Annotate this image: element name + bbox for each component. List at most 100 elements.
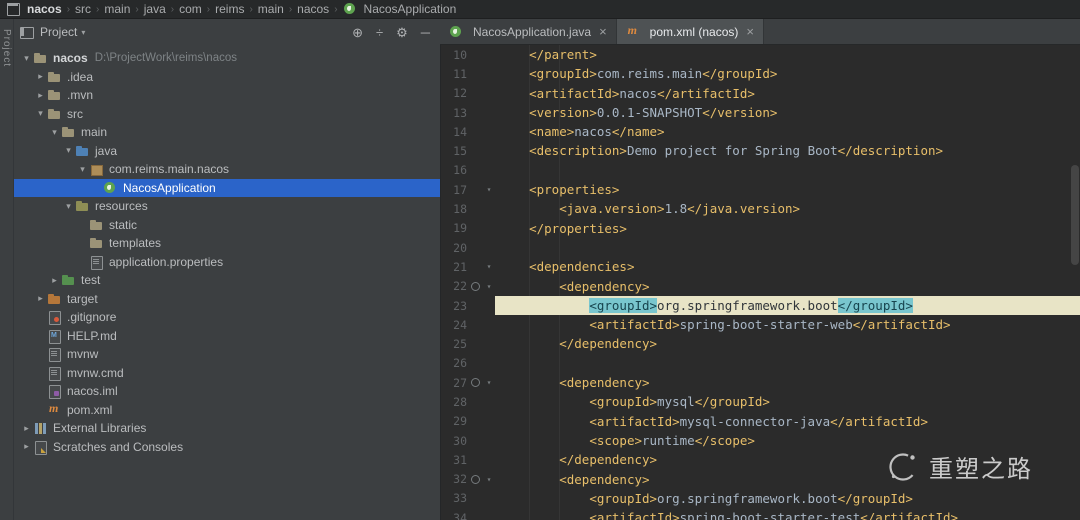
breadcrumb-label: com bbox=[179, 2, 202, 16]
fold-icon[interactable]: ▾ bbox=[483, 378, 495, 387]
breadcrumb-label: src bbox=[75, 2, 92, 16]
code-text[interactable]: <version>0.0.1-SNAPSHOT</version> bbox=[495, 103, 1080, 122]
tree-item-com-reims-main-nacos[interactable]: ▾ com.reims.main.nacos bbox=[14, 160, 440, 179]
breadcrumb-item-com[interactable]: com bbox=[179, 2, 202, 16]
chevron-collapsed-icon[interactable]: ▸ bbox=[48, 275, 61, 286]
chevron-collapsed-icon[interactable]: ▸ bbox=[20, 423, 33, 434]
tree-item-idea[interactable]: ▸ .idea bbox=[14, 68, 440, 87]
code-text[interactable]: <artifactId>mysql-connector-java</artifa… bbox=[495, 412, 1080, 431]
tree-item-label: mvnw.cmd bbox=[67, 365, 124, 380]
chevron-collapsed-icon[interactable]: ▸ bbox=[20, 441, 33, 452]
code-text[interactable] bbox=[495, 354, 1080, 373]
locate-source-button[interactable]: ⊕ bbox=[352, 26, 363, 39]
fold-icon[interactable]: ▾ bbox=[483, 475, 495, 484]
breadcrumb-item-src[interactable]: src bbox=[75, 2, 91, 16]
chevron-down-icon[interactable]: ▾ bbox=[81, 28, 85, 37]
libraries-icon bbox=[33, 421, 48, 435]
folder-icon bbox=[47, 70, 62, 84]
tree-item-target[interactable]: ▸ target bbox=[14, 290, 440, 309]
collapse-all-button[interactable]: ÷ bbox=[376, 26, 383, 39]
line-number: 29 bbox=[453, 414, 467, 429]
tree-item-nacos[interactable]: ▾ nacos D:\ProjectWork\reims\nacos bbox=[14, 49, 440, 68]
code-text[interactable]: <properties> bbox=[495, 180, 1080, 199]
code-text[interactable]: <dependencies> bbox=[495, 257, 1080, 276]
code-text[interactable]: <groupId>org.springframework.boot</group… bbox=[495, 295, 1080, 316]
chevron-collapsed-icon[interactable]: ▸ bbox=[34, 293, 47, 304]
dependency-gutter-icon[interactable] bbox=[470, 281, 480, 291]
tree-item-nacosapplication[interactable]: NacosApplication bbox=[14, 178, 440, 197]
tool-window-stripe-label[interactable]: Project bbox=[1, 29, 12, 67]
tree-item-label: test bbox=[81, 273, 101, 288]
breadcrumb-item-nacos[interactable]: nacos bbox=[6, 2, 62, 16]
text-file-icon bbox=[47, 347, 62, 363]
breadcrumb-item-java[interactable]: java bbox=[144, 2, 166, 16]
chevron-expanded-icon[interactable]: ▾ bbox=[62, 201, 75, 212]
project-panel-title[interactable]: Project bbox=[40, 25, 77, 39]
line-number: 26 bbox=[453, 356, 467, 371]
code-text[interactable] bbox=[495, 161, 1080, 180]
code-text[interactable]: <artifactId>spring-boot-starter-web</art… bbox=[495, 315, 1080, 334]
code-text[interactable]: <name>nacos</name> bbox=[495, 122, 1080, 141]
code-text[interactable]: </properties> bbox=[495, 219, 1080, 238]
chevron-collapsed-icon[interactable]: ▸ bbox=[34, 90, 47, 101]
line-number: 10 bbox=[453, 47, 467, 62]
code-text[interactable]: </dependency> bbox=[495, 334, 1080, 353]
breadcrumb-item-nacosapplication[interactable]: NacosApplication bbox=[343, 2, 456, 16]
chevron-expanded-icon[interactable]: ▾ bbox=[62, 145, 75, 156]
code-text[interactable]: <description>Demo project for Spring Boo… bbox=[495, 141, 1080, 160]
tree-item-gitignore[interactable]: .gitignore bbox=[14, 308, 440, 327]
code-text[interactable]: </parent> bbox=[495, 45, 1080, 64]
tree-item-test[interactable]: ▸ test bbox=[14, 271, 440, 290]
tree-item-main[interactable]: ▾ main bbox=[14, 123, 440, 142]
breadcrumb-item-reims[interactable]: reims bbox=[215, 2, 244, 16]
code-text[interactable]: <groupId>mysql</groupId> bbox=[495, 392, 1080, 411]
dependency-gutter-icon[interactable] bbox=[470, 378, 480, 388]
dependency-gutter-icon[interactable] bbox=[470, 474, 480, 484]
tree-item-mvnw-cmd[interactable]: mvnw.cmd bbox=[14, 364, 440, 383]
tree-item-nacos-iml[interactable]: nacos.iml bbox=[14, 382, 440, 401]
tree-item-pom-xml[interactable]: pom.xml bbox=[14, 401, 440, 420]
breadcrumb-item-main[interactable]: main bbox=[104, 2, 130, 16]
fold-icon[interactable]: ▾ bbox=[483, 262, 495, 271]
fold-icon[interactable]: ▾ bbox=[483, 185, 495, 194]
tree-item-application-properties[interactable]: application.properties bbox=[14, 253, 440, 272]
chevron-expanded-icon[interactable]: ▾ bbox=[76, 164, 89, 175]
chevron-expanded-icon[interactable]: ▾ bbox=[48, 127, 61, 138]
breadcrumb-label: nacos bbox=[27, 2, 62, 16]
tree-item-scratches-and-consoles[interactable]: ▸ Scratches and Consoles bbox=[14, 438, 440, 457]
tree-item-src[interactable]: ▾ src bbox=[14, 105, 440, 124]
tree-item-external-libraries[interactable]: ▸ External Libraries bbox=[14, 419, 440, 438]
tree-item-help-md[interactable]: HELP.md bbox=[14, 327, 440, 346]
editor-scrollbar[interactable] bbox=[1071, 165, 1079, 265]
line-number: 12 bbox=[453, 86, 467, 101]
code-text[interactable]: <java.version>1.8</java.version> bbox=[495, 199, 1080, 218]
editor-tab-pom-xml-nacos[interactable]: pom.xml (nacos) × bbox=[616, 19, 764, 44]
tree-item-mvn[interactable]: ▸ .mvn bbox=[14, 86, 440, 105]
chevron-collapsed-icon[interactable]: ▸ bbox=[34, 71, 47, 82]
code-text[interactable]: <artifactId>nacos</artifactId> bbox=[495, 84, 1080, 103]
tree-item-templates[interactable]: templates bbox=[14, 234, 440, 253]
code-text[interactable]: <groupId>org.springframework.boot</group… bbox=[495, 489, 1080, 508]
gutter-cell bbox=[467, 281, 483, 291]
tree-item-mvnw[interactable]: mvnw bbox=[14, 345, 440, 364]
code-text[interactable] bbox=[495, 238, 1080, 257]
tree-item-java[interactable]: ▾ java bbox=[14, 142, 440, 161]
close-icon[interactable]: × bbox=[746, 25, 754, 38]
chevron-expanded-icon[interactable]: ▾ bbox=[34, 108, 47, 119]
breadcrumb-item-main[interactable]: main bbox=[258, 2, 284, 16]
chevron-expanded-icon[interactable]: ▾ bbox=[20, 53, 33, 64]
settings-button[interactable]: ⚙ bbox=[396, 26, 408, 39]
iml-file-icon bbox=[47, 384, 62, 400]
hide-panel-button[interactable]: ─ bbox=[421, 26, 430, 39]
code-text[interactable]: <artifactId>spring-boot-starter-test</ar… bbox=[495, 508, 1080, 520]
editor-tab-nacosapplication-java[interactable]: NacosApplication.java × bbox=[440, 19, 617, 44]
code-text[interactable]: <scope>runtime</scope> bbox=[495, 431, 1080, 450]
code-text[interactable]: <dependency> bbox=[495, 373, 1080, 392]
fold-icon[interactable]: ▾ bbox=[483, 282, 495, 291]
code-text[interactable]: <dependency> bbox=[495, 277, 1080, 296]
breadcrumb-item-nacos[interactable]: nacos bbox=[297, 2, 329, 16]
code-text[interactable]: <groupId>com.reims.main</groupId> bbox=[495, 64, 1080, 83]
close-icon[interactable]: × bbox=[599, 25, 607, 38]
tree-item-resources[interactable]: ▾ resources bbox=[14, 197, 440, 216]
tree-item-static[interactable]: static bbox=[14, 216, 440, 235]
